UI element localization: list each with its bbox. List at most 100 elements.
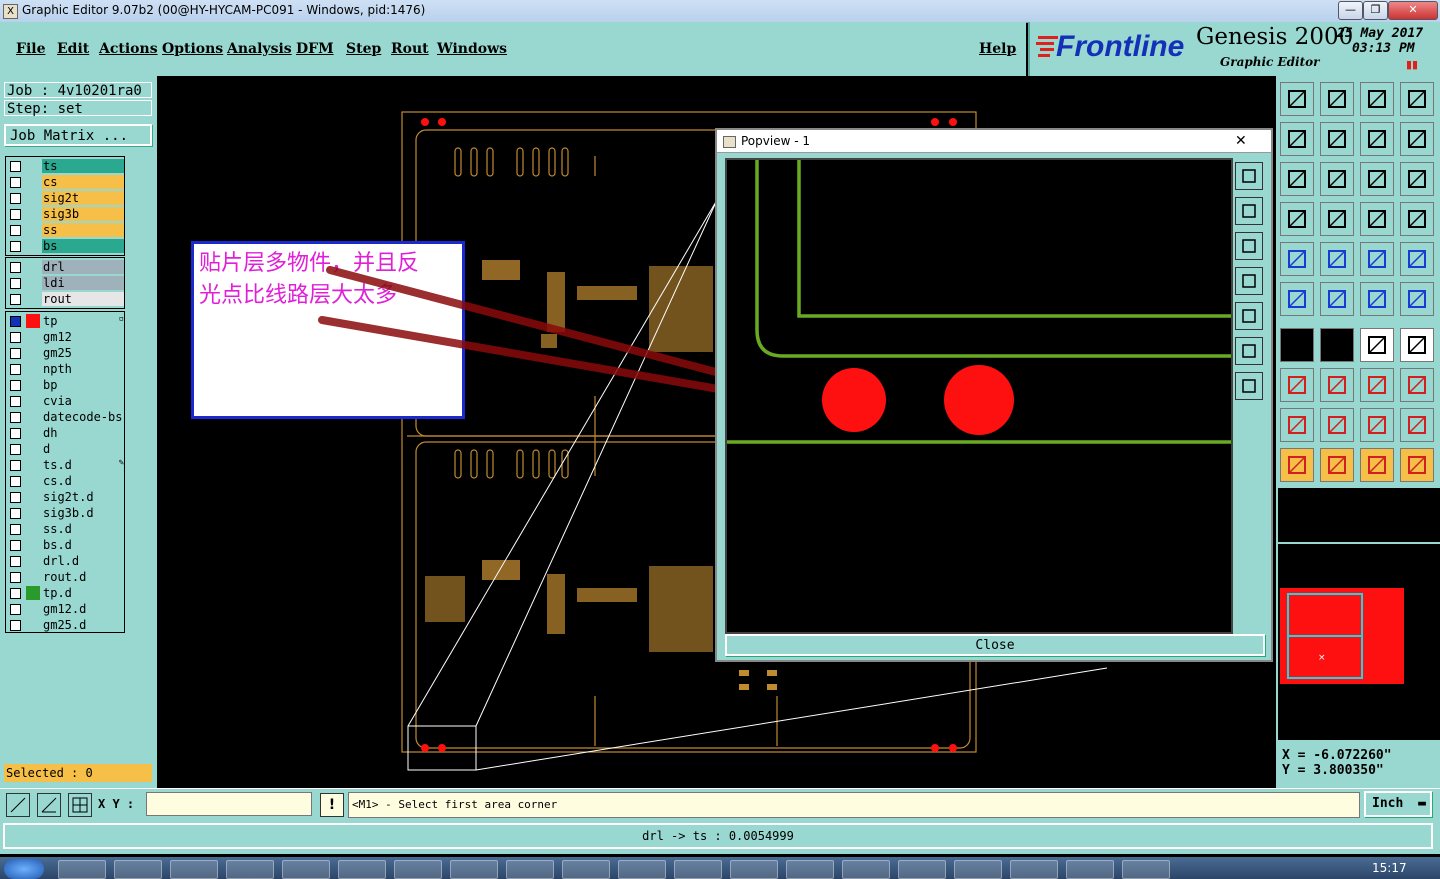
- layer-color-swatch[interactable]: [26, 490, 40, 504]
- xy-input[interactable]: [146, 792, 312, 816]
- layer-name[interactable]: gm12: [42, 330, 124, 344]
- frame-icon[interactable]: [1360, 368, 1394, 402]
- menu-rout[interactable]: Rout: [391, 41, 429, 57]
- pv-layers-icon[interactable]: [1235, 162, 1263, 190]
- layer-row-rout[interactable]: rout: [6, 292, 126, 306]
- layer-row-cs[interactable]: cs: [6, 175, 126, 189]
- layer-checkbox[interactable]: [10, 460, 21, 471]
- feature-pad-icon[interactable]: [1280, 242, 1314, 276]
- taskbar-app-button[interactable]: [450, 860, 498, 879]
- layer-checkbox[interactable]: [10, 492, 21, 503]
- triangle-1-icon[interactable]: [1280, 408, 1314, 442]
- ruler-icon[interactable]: [1360, 242, 1394, 276]
- house-icon[interactable]: [1360, 82, 1394, 116]
- layer-checkbox[interactable]: [10, 396, 21, 407]
- taskbar-app-button[interactable]: [338, 860, 386, 879]
- taskbar-app-button[interactable]: [282, 860, 330, 879]
- probe-icon[interactable]: [1320, 202, 1354, 236]
- job-matrix-button[interactable]: Job Matrix ...: [4, 124, 152, 146]
- layer-color-swatch[interactable]: [26, 223, 40, 237]
- menu-file[interactable]: File: [16, 41, 45, 57]
- layer-name[interactable]: bs.d: [42, 538, 124, 552]
- layer-row-sig3b.d[interactable]: sig3b.d: [6, 506, 126, 520]
- layer-checkbox[interactable]: [10, 444, 21, 455]
- layer-color-swatch[interactable]: [26, 175, 40, 189]
- layer-name[interactable]: gm12.d: [42, 602, 124, 616]
- menu-actions[interactable]: Actions: [99, 41, 158, 57]
- snap-red-icon[interactable]: [1400, 202, 1434, 236]
- popview-canvas[interactable]: [725, 158, 1233, 634]
- layer-row-sig3b[interactable]: sig3b: [6, 207, 126, 221]
- layer-row-gm25.d[interactable]: gm25.d: [6, 618, 126, 632]
- layer-checkbox[interactable]: [10, 540, 21, 551]
- layer-row-gm12.d[interactable]: gm12.d: [6, 602, 126, 616]
- layer-color-swatch[interactable]: [26, 378, 40, 392]
- layer-color-swatch[interactable]: [26, 442, 40, 456]
- layer-checkbox[interactable]: [10, 412, 21, 423]
- units-selector[interactable]: Inch ▬: [1364, 791, 1432, 817]
- layer-color-swatch[interactable]: [26, 239, 40, 253]
- layer-name[interactable]: cvia: [42, 394, 124, 408]
- measure-icon[interactable]: [1280, 202, 1314, 236]
- ratio-icon[interactable]: [1360, 162, 1394, 196]
- taskbar-app-button[interactable]: [562, 860, 610, 879]
- flip-icon[interactable]: [1400, 328, 1434, 362]
- taskbar-app-button[interactable]: [1066, 860, 1114, 879]
- taskbar-app-button[interactable]: [170, 860, 218, 879]
- layer-checkbox[interactable]: [10, 476, 21, 487]
- layer-color-swatch[interactable]: [26, 618, 40, 632]
- layer-name[interactable]: npth: [42, 362, 124, 376]
- taskbar-app-button[interactable]: [1122, 860, 1170, 879]
- layer-color-swatch[interactable]: [26, 554, 40, 568]
- layer-name[interactable]: ss.d: [42, 522, 124, 536]
- pv-left-icon[interactable]: [1235, 267, 1263, 295]
- menu-step[interactable]: Step: [346, 41, 381, 57]
- zoom-fit-icon[interactable]: [1360, 122, 1394, 156]
- layer-checkbox[interactable]: [10, 294, 21, 305]
- layer-color-swatch[interactable]: [26, 346, 40, 360]
- menu-edit[interactable]: Edit: [57, 41, 89, 57]
- layer-name[interactable]: sig3b: [42, 207, 124, 221]
- layer-row-tp[interactable]: tp ▫: [6, 314, 126, 328]
- pan-left-icon[interactable]: [1280, 122, 1314, 156]
- layer-row-bp[interactable]: bp: [6, 378, 126, 392]
- layer-name[interactable]: ss: [42, 223, 124, 237]
- home-down-icon[interactable]: [1320, 82, 1354, 116]
- taskbar-app-button[interactable]: [842, 860, 890, 879]
- layer-color-swatch[interactable]: [26, 538, 40, 552]
- layer-checkbox[interactable]: [10, 428, 21, 439]
- layer-checkbox[interactable]: [10, 556, 21, 567]
- popview-close-button[interactable]: Close: [725, 634, 1265, 656]
- layer-checkbox[interactable]: [10, 161, 21, 172]
- layer-color-swatch[interactable]: [26, 586, 40, 600]
- layer-checkbox[interactable]: [10, 620, 21, 631]
- layer-checkbox[interactable]: [10, 604, 21, 615]
- layer-row-ss.d[interactable]: ss.d: [6, 522, 126, 536]
- rotate-icon[interactable]: [1360, 328, 1394, 362]
- layer-name[interactable]: tp.d: [42, 586, 124, 600]
- pointer-circle-icon[interactable]: [1360, 448, 1394, 482]
- copy-icon[interactable]: [1400, 368, 1434, 402]
- layer-color-swatch[interactable]: [26, 362, 40, 376]
- layer-row-drl.d[interactable]: drl.d: [6, 554, 126, 568]
- layer-row-npth[interactable]: npth: [6, 362, 126, 376]
- layer-name[interactable]: sig2t: [42, 191, 124, 205]
- menu-dfm[interactable]: DFM: [296, 41, 334, 57]
- layer-name[interactable]: d: [42, 442, 124, 456]
- add-line-icon[interactable]: [1360, 282, 1394, 316]
- layer-color-swatch[interactable]: [26, 159, 40, 173]
- minimize-button[interactable]: —: [1338, 1, 1363, 20]
- overview-map[interactable]: ×: [1278, 544, 1440, 740]
- add-arc-icon[interactable]: [1400, 282, 1434, 316]
- taskbar-app-button[interactable]: [58, 860, 106, 879]
- pointer-path-icon[interactable]: [1400, 448, 1434, 482]
- layer-checkbox[interactable]: [10, 177, 21, 188]
- layer-checkbox[interactable]: [10, 588, 21, 599]
- layer-color-swatch[interactable]: [26, 276, 40, 290]
- layer-checkbox[interactable]: [10, 209, 21, 220]
- layer-row-dh[interactable]: dh: [6, 426, 126, 440]
- layer-name[interactable]: bp: [42, 378, 124, 392]
- pv-up-icon[interactable]: [1235, 197, 1263, 225]
- angle-icon[interactable]: [1280, 328, 1314, 362]
- measure-tool-icon[interactable]: [37, 793, 61, 817]
